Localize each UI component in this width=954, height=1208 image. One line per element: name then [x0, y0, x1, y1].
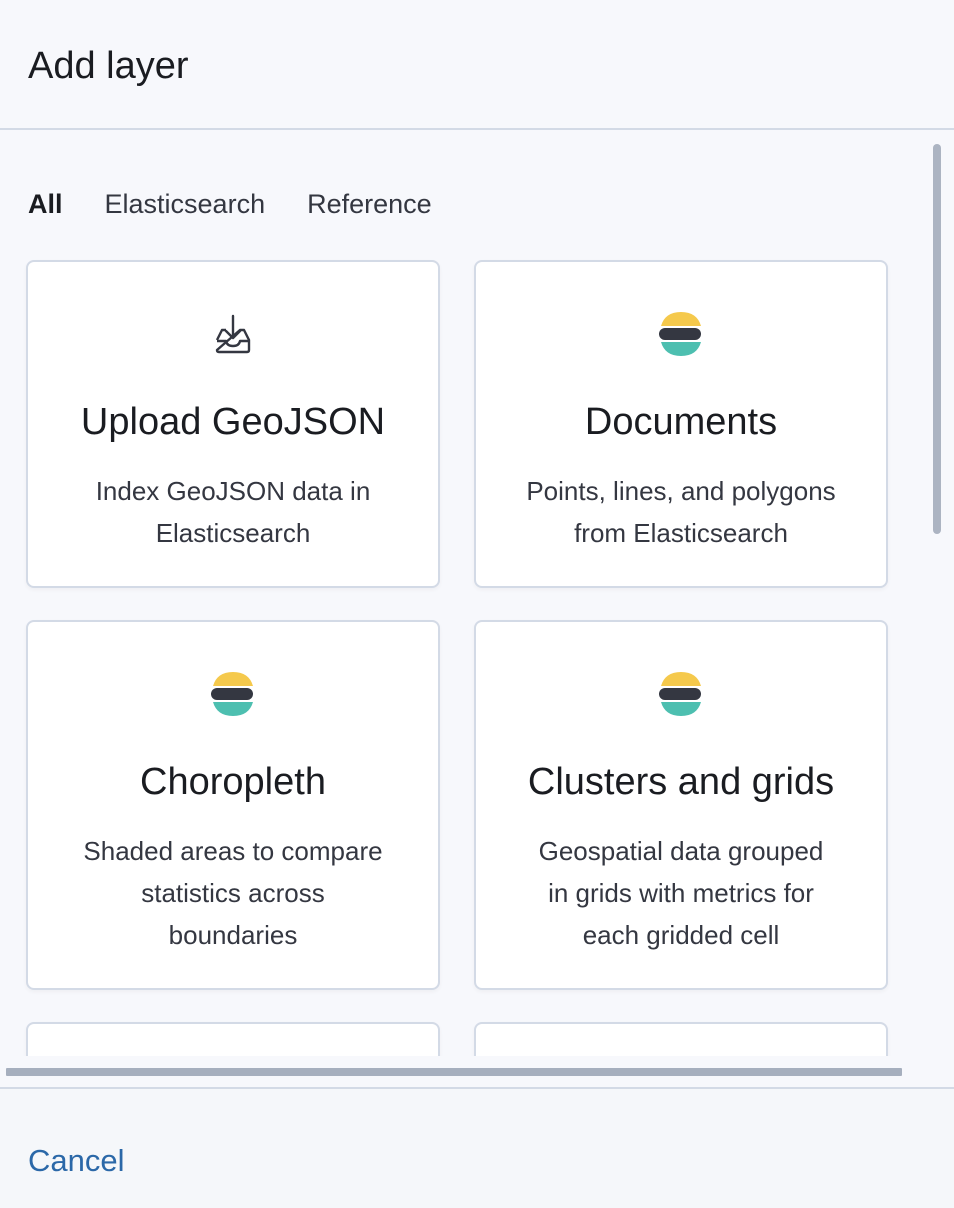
choropleth-card[interactable]: Choropleth Shaded areas to compare stati…	[26, 620, 440, 990]
elasticsearch-logo-icon	[659, 672, 701, 716]
card-description-line: each gridded cell	[582, 920, 780, 950]
card-description: Index GeoJSON data in Elasticsearch	[58, 470, 408, 554]
card-title: Clusters and grids	[527, 761, 835, 803]
card-description-line: Index GeoJSON data in	[95, 476, 371, 506]
documents-card[interactable]: Documents Points, lines, and polygons fr…	[474, 260, 888, 588]
layer-card-partial[interactable]	[474, 1022, 888, 1056]
card-description-line: Points, lines, and polygons	[526, 476, 836, 506]
cancel-button[interactable]: Cancel	[28, 1141, 125, 1181]
card-title: Upload GeoJSON	[80, 401, 386, 443]
card-description-line: statistics across	[141, 878, 325, 908]
flyout-body: All Elasticsearch Reference Upload GeoJS…	[0, 132, 954, 1056]
tab-all[interactable]: All	[28, 184, 63, 224]
layer-type-tabs: All Elasticsearch Reference	[28, 184, 474, 224]
card-description-line: boundaries	[168, 920, 298, 950]
tab-reference[interactable]: Reference	[307, 184, 432, 224]
vertical-scrollbar[interactable]	[933, 144, 941, 534]
upload-icon	[215, 314, 251, 354]
card-description-line: in grids with metrics for	[548, 878, 814, 908]
elasticsearch-logo-icon	[659, 312, 701, 356]
card-description-line: Geospatial data grouped	[538, 836, 824, 866]
layer-card-partial[interactable]	[26, 1022, 440, 1056]
card-description: Geospatial data grouped in grids with me…	[506, 830, 856, 956]
elasticsearch-logo-icon	[211, 672, 253, 716]
flyout-footer: Cancel	[0, 1087, 954, 1208]
upload-geojson-card[interactable]: Upload GeoJSON Index GeoJSON data in Ela…	[26, 260, 440, 588]
card-description-line: Elasticsearch	[155, 518, 311, 548]
flyout-header: Add layer	[0, 0, 954, 130]
card-description: Shaded areas to compare statistics acros…	[58, 830, 408, 956]
card-description: Points, lines, and polygons from Elastic…	[506, 470, 856, 554]
horizontal-scrollbar[interactable]	[6, 1068, 902, 1076]
card-title: Choropleth	[140, 761, 326, 803]
tab-elasticsearch[interactable]: Elasticsearch	[105, 184, 266, 224]
card-title: Documents	[584, 401, 778, 443]
card-description-line: Shaded areas to compare	[83, 836, 383, 866]
clusters-and-grids-card[interactable]: Clusters and grids Geospatial data group…	[474, 620, 888, 990]
flyout-title: Add layer	[28, 45, 189, 87]
card-description-line: from Elasticsearch	[574, 518, 788, 548]
add-layer-flyout: Add layer All Elasticsearch Reference Up…	[0, 0, 954, 1208]
